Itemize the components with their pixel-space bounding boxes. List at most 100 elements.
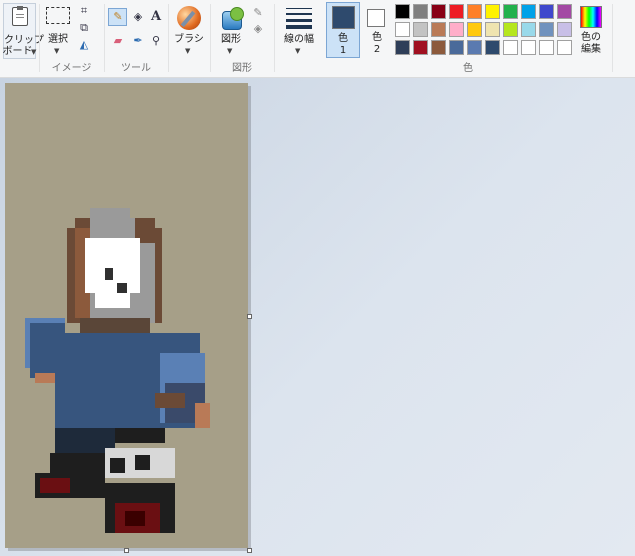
size-button[interactable]: 線の幅 ▼ — [278, 4, 320, 58]
pixel-block — [85, 238, 140, 293]
palette-color[interactable] — [467, 22, 482, 37]
image-group: 選択 ▼ ⌗ ⧉ ◭ イメージ — [40, 0, 103, 77]
palette-color[interactable] — [557, 40, 572, 55]
chevron-down-icon: ▼ — [295, 47, 301, 55]
rainbow-icon — [580, 6, 602, 28]
palette-color[interactable] — [521, 22, 536, 37]
pixel-block — [110, 458, 125, 473]
resize-handle-right[interactable] — [247, 314, 252, 319]
palette-color[interactable] — [449, 40, 464, 55]
pixel-block — [195, 403, 210, 428]
brushes-button[interactable]: ブラシ ▼ — [172, 4, 206, 58]
palette-color[interactable] — [557, 22, 572, 37]
edit-colors-label: 色の — [581, 32, 601, 43]
pixel-block — [125, 511, 145, 526]
palette-color[interactable] — [467, 40, 482, 55]
color2-number: 2 — [373, 44, 381, 55]
fill-icon[interactable]: ◈ — [131, 10, 145, 24]
palette-color[interactable] — [521, 40, 536, 55]
pencil-button[interactable]: ✎ — [108, 8, 127, 26]
palette-color[interactable] — [413, 22, 428, 37]
chevron-down-icon: ▼ — [54, 47, 60, 55]
palette-color[interactable] — [413, 40, 428, 55]
palette-color[interactable] — [539, 4, 554, 19]
palette-color[interactable] — [395, 4, 410, 19]
color2-button[interactable]: 色 2 — [362, 2, 392, 58]
color1-number: 1 — [339, 45, 347, 56]
outline-icon[interactable]: ✎ — [251, 6, 265, 20]
workspace — [0, 78, 635, 556]
palette-color[interactable] — [503, 4, 518, 19]
palette-color[interactable] — [467, 4, 482, 19]
brushes-label: ブラシ — [174, 34, 204, 45]
shapes-group: 図形 ▼ ✎ ◈ 図形 — [211, 0, 273, 77]
resize-icon[interactable]: ⧉ — [77, 21, 91, 35]
palette-color[interactable] — [395, 22, 410, 37]
palette-color[interactable] — [521, 4, 536, 19]
magnifier-icon[interactable]: ⚲ — [149, 34, 163, 48]
color1-label: 色 — [338, 33, 348, 44]
color1-button[interactable]: 色 1 — [326, 2, 360, 58]
shapes-group-label: 図形 — [232, 63, 252, 74]
color-palette — [395, 4, 575, 58]
tools-group: ✎ ◈ A ▰ ✒ ⚲ ツール — [105, 0, 167, 77]
text-icon[interactable]: A — [149, 10, 163, 24]
drawing-canvas[interactable] — [5, 83, 248, 548]
palette-color[interactable] — [413, 4, 428, 19]
edit-colors-label-2: 編集 — [581, 44, 601, 55]
brush-icon — [177, 6, 201, 30]
pixel-block — [35, 373, 55, 383]
palette-color[interactable] — [449, 22, 464, 37]
edit-colors-button[interactable]: 色の 編集 — [575, 2, 607, 58]
palette-color[interactable] — [503, 40, 518, 55]
select-icon — [46, 7, 70, 24]
line-width-icon — [286, 7, 312, 29]
color2-label: 色 — [372, 32, 382, 43]
palette-color[interactable] — [485, 22, 500, 37]
pixel-block — [40, 478, 70, 493]
palette-color[interactable] — [485, 4, 500, 19]
chevron-down-icon: ▼ — [185, 47, 191, 55]
color-picker-icon[interactable]: ✒ — [131, 34, 145, 48]
pixel-block — [115, 428, 165, 443]
resize-handle-bottom[interactable] — [124, 548, 129, 553]
resize-handle-corner[interactable] — [247, 548, 252, 553]
rotate-icon[interactable]: ◭ — [77, 38, 91, 52]
chevron-down-icon: ▼ — [227, 47, 233, 55]
pixel-block — [105, 268, 113, 280]
clipboard-button[interactable]: クリップ ボード ▼ — [2, 3, 44, 59]
pixel-block — [80, 318, 150, 333]
color2-swatch — [367, 9, 385, 27]
palette-color[interactable] — [539, 40, 554, 55]
ribbon: クリップ ボード ▼ 選択 ▼ ⌗ ⧉ ◭ イメージ ✎ ◈ A ▰ ✒ ⚲ ツ… — [0, 0, 635, 78]
palette-color[interactable] — [431, 4, 446, 19]
size-label: 線の幅 — [284, 34, 314, 45]
palette-color[interactable] — [395, 40, 410, 55]
chevron-down-icon: ▼ — [31, 48, 37, 56]
colors-group-label: 色 — [463, 63, 473, 74]
pixel-block — [90, 208, 130, 218]
palette-color[interactable] — [485, 40, 500, 55]
pencil-icon: ✎ — [113, 10, 123, 23]
palette-color[interactable] — [431, 22, 446, 37]
eraser-icon[interactable]: ▰ — [111, 34, 125, 48]
clipboard-group: クリップ ボード ▼ — [0, 0, 44, 77]
tools-group-label: ツール — [121, 63, 151, 74]
pixel-block — [135, 455, 150, 470]
pixel-art — [25, 208, 210, 533]
palette-color[interactable] — [539, 22, 554, 37]
pixel-block — [117, 283, 127, 293]
fill-shape-icon[interactable]: ◈ — [251, 22, 265, 36]
select-button[interactable]: 選択 ▼ — [43, 4, 73, 56]
palette-color[interactable] — [449, 4, 464, 19]
palette-color[interactable] — [503, 22, 518, 37]
crop-icon[interactable]: ⌗ — [77, 4, 91, 18]
select-label: 選択 — [48, 34, 68, 45]
size-group: 線の幅 ▼ — [275, 0, 323, 77]
palette-color[interactable] — [557, 4, 572, 19]
clipboard-label-2: ボード — [2, 46, 33, 57]
shapes-button[interactable]: 図形 ▼ — [214, 4, 248, 58]
shapes-label: 図形 — [221, 34, 241, 45]
palette-color[interactable] — [431, 40, 446, 55]
clipboard-label: クリップ — [4, 35, 44, 46]
